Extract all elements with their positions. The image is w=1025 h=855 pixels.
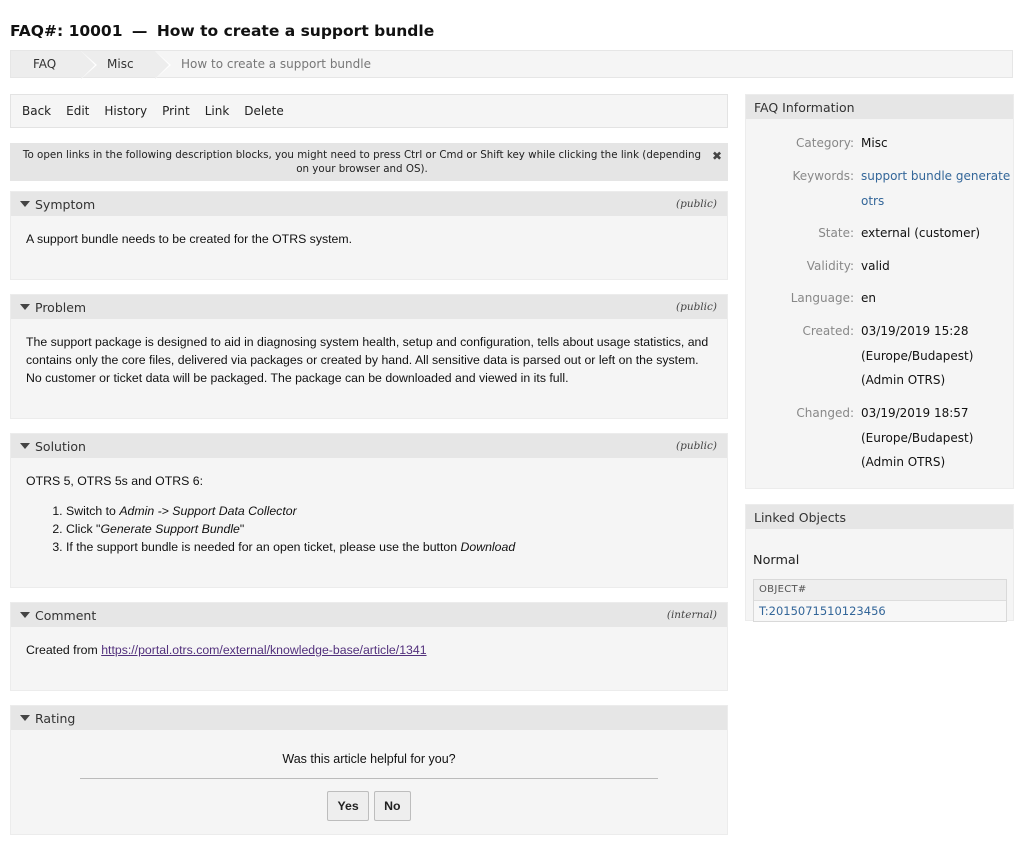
symptom-title: Symptom bbox=[35, 196, 96, 212]
breadcrumb-faq[interactable]: FAQ bbox=[11, 51, 97, 79]
rating-body: Was this article helpful for you? Yes No bbox=[11, 730, 727, 821]
solution-title: Solution bbox=[35, 438, 86, 454]
title-dash: — bbox=[131, 22, 148, 40]
info-state-value: external (customer) bbox=[861, 226, 981, 240]
info-validity-value: valid bbox=[861, 259, 890, 273]
rating-widget: Rating Was this article helpful for you?… bbox=[10, 705, 728, 835]
comment-header[interactable]: Comment (internal) bbox=[11, 603, 727, 627]
divider bbox=[80, 778, 658, 779]
faq-number: FAQ#: 10001 bbox=[10, 22, 123, 40]
problem-header[interactable]: Problem (public) bbox=[11, 295, 727, 319]
close-icon[interactable]: ✖ bbox=[712, 149, 722, 163]
list-item: If the support bundle is needed for an o… bbox=[66, 538, 712, 556]
solution-body: OTRS 5, OTRS 5s and OTRS 6: Switch to Ad… bbox=[11, 458, 727, 556]
solution-intro: OTRS 5, OTRS 5s and OTRS 6: bbox=[26, 474, 203, 488]
table-row: T:2015071510123456 bbox=[754, 601, 1006, 621]
comment-body: Created from https://portal.otrs.com/ext… bbox=[11, 627, 727, 659]
info-changed-value: 03/19/2019 18:57 (Europe/Budapest) (Admi… bbox=[861, 406, 974, 469]
link-link[interactable]: Link bbox=[205, 104, 230, 118]
breadcrumb: FAQ Misc How to create a support bundle bbox=[10, 50, 1013, 79]
rating-buttons: Yes No bbox=[26, 791, 712, 821]
symptom-body: A support bundle needs to be created for… bbox=[26, 232, 353, 246]
breadcrumb-faq-label: FAQ bbox=[33, 57, 57, 71]
info-language-label: Language: bbox=[790, 291, 854, 305]
problem-body: The support package is designed to aid i… bbox=[26, 335, 709, 385]
notice-text: To open links in the following descripti… bbox=[22, 149, 702, 175]
breadcrumb-current: How to create a support bundle bbox=[155, 51, 371, 77]
object-column-header: OBJECT# bbox=[754, 580, 1006, 601]
no-button[interactable]: No bbox=[374, 791, 411, 821]
problem-visibility: (public) bbox=[676, 301, 717, 313]
collapse-triangle-icon[interactable] bbox=[20, 443, 30, 449]
solution-widget: Solution (public) OTRS 5, OTRS 5s and OT… bbox=[10, 433, 728, 588]
info-language-value: en bbox=[861, 291, 876, 305]
list-item: Switch to Admin -> Support Data Collecto… bbox=[66, 502, 712, 520]
ticket-link[interactable]: T:2015071510123456 bbox=[759, 604, 886, 618]
problem-title: Problem bbox=[35, 299, 87, 315]
link-notice: To open links in the following descripti… bbox=[10, 143, 728, 181]
info-category-value: Misc bbox=[861, 136, 888, 150]
collapse-triangle-icon[interactable] bbox=[20, 304, 30, 310]
solution-steps: Switch to Admin -> Support Data Collecto… bbox=[26, 502, 712, 556]
history-link[interactable]: History bbox=[104, 104, 147, 118]
knowledge-base-link[interactable]: https://portal.otrs.com/external/knowled… bbox=[101, 643, 426, 657]
info-created-value: 03/19/2019 15:28 (Europe/Budapest) (Admi… bbox=[861, 324, 974, 387]
action-bar: Back Edit History Print Link Delete bbox=[10, 94, 728, 128]
problem-widget: Problem (public) The support package is … bbox=[10, 294, 728, 419]
rating-title: Rating bbox=[35, 710, 76, 726]
info-validity-label: Validity: bbox=[806, 259, 854, 273]
breadcrumb-misc-label: Misc bbox=[107, 57, 134, 71]
info-state-label: State: bbox=[818, 226, 854, 240]
info-category-label: Category: bbox=[796, 136, 854, 150]
delete-link[interactable]: Delete bbox=[244, 104, 283, 118]
collapse-triangle-icon[interactable] bbox=[20, 612, 30, 618]
linked-group-label: Normal bbox=[753, 553, 800, 568]
edit-link[interactable]: Edit bbox=[66, 104, 89, 118]
rating-header[interactable]: Rating bbox=[11, 706, 727, 730]
faq-information-title: FAQ Information bbox=[746, 95, 1013, 119]
info-keywords-label: Keywords: bbox=[792, 169, 854, 183]
faq-information-widget: FAQ Information Category: Misc Keywords:… bbox=[745, 94, 1014, 489]
keywords-link[interactable]: support bundle generate otrs bbox=[861, 169, 1010, 208]
symptom-widget: Symptom (public) A support bundle needs … bbox=[10, 191, 728, 280]
comment-widget: Comment (internal) Created from https://… bbox=[10, 602, 728, 691]
comment-title: Comment bbox=[35, 607, 97, 623]
symptom-visibility: (public) bbox=[676, 198, 717, 210]
info-changed-label: Changed: bbox=[796, 406, 854, 420]
collapse-triangle-icon[interactable] bbox=[20, 715, 30, 721]
yes-button[interactable]: Yes bbox=[327, 791, 369, 821]
info-created-label: Created: bbox=[802, 324, 854, 338]
solution-header[interactable]: Solution (public) bbox=[11, 434, 727, 458]
rating-question: Was this article helpful for you? bbox=[282, 752, 456, 766]
linked-objects-widget: Linked Objects Normal OBJECT# T:20150715… bbox=[745, 504, 1014, 622]
comment-visibility: (internal) bbox=[666, 609, 717, 621]
page-title: FAQ#: 10001 — How to create a support bu… bbox=[10, 22, 434, 40]
linked-objects-title: Linked Objects bbox=[746, 505, 1013, 529]
comment-prefix: Created from bbox=[26, 643, 102, 657]
linked-objects-table: OBJECT# T:2015071510123456 bbox=[753, 579, 1007, 622]
list-item: Click "Generate Support Bundle" bbox=[66, 520, 712, 538]
back-link[interactable]: Back bbox=[22, 104, 51, 118]
faq-title: How to create a support bundle bbox=[156, 22, 435, 40]
breadcrumb-current-label: How to create a support bundle bbox=[181, 57, 371, 71]
solution-visibility: (public) bbox=[676, 440, 717, 452]
collapse-triangle-icon[interactable] bbox=[20, 201, 30, 207]
print-link[interactable]: Print bbox=[162, 104, 190, 118]
symptom-header[interactable]: Symptom (public) bbox=[11, 192, 727, 216]
